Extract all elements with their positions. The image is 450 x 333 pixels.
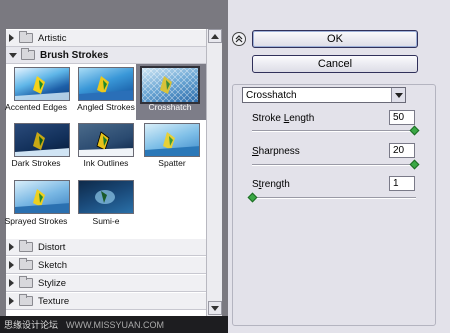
thumbnail-label: Sumi-e	[92, 216, 120, 226]
thumbnail-label: Spatter	[158, 158, 186, 168]
thumbnail-angled-strokes[interactable]	[78, 67, 134, 101]
thumbnail-dark-strokes[interactable]	[14, 123, 70, 157]
stroke-length-input[interactable]: 50	[389, 110, 415, 125]
thumbnail-label: Ink Outlines	[83, 158, 129, 168]
cancel-button[interactable]: Cancel	[252, 55, 418, 73]
scroll-down-icon[interactable]	[208, 301, 222, 315]
category-texture[interactable]: Texture	[6, 293, 206, 310]
thumbnail-crosshatch[interactable]	[140, 66, 200, 104]
filter-gallery-panel: Artistic Brush Strokes Accented Edges An…	[0, 0, 228, 333]
watermark-left: 思缘设计论坛	[4, 320, 59, 330]
category-sketch[interactable]: Sketch	[6, 257, 206, 274]
stroke-length-slider[interactable]	[252, 130, 416, 132]
filter-tree: Artistic Brush Strokes Accented Edges An…	[4, 29, 206, 317]
ok-button[interactable]: OK	[252, 30, 418, 48]
folder-icon	[19, 294, 33, 306]
expand-arrow-icon[interactable]	[9, 279, 14, 287]
stroke-length-label: Stroke Length	[252, 113, 315, 124]
strength-input[interactable]: 1	[389, 176, 415, 191]
category-label: Sketch	[38, 259, 68, 271]
thumbnail-label: Dark Strokes	[11, 158, 61, 168]
category-brush-strokes[interactable]: Brush Strokes	[6, 47, 206, 64]
thumbnail-label: Accented Edges	[5, 102, 67, 112]
watermark-right: WWW.MISSYUAN.COM	[66, 319, 165, 330]
folder-icon	[19, 240, 33, 252]
category-label: Stylize	[38, 277, 66, 289]
filter-select-value: Crosshatch	[246, 89, 297, 101]
collapse-arrow-icon[interactable]	[9, 52, 17, 58]
thumbnail-label: Sprayed Strokes	[4, 216, 68, 226]
thumbnail-accented-edges[interactable]	[14, 67, 70, 101]
strength-label: Strength	[252, 179, 290, 190]
strength-slider[interactable]	[252, 197, 416, 199]
thumbnail-label: Crosshatch	[148, 102, 192, 112]
thumbnail-spatter[interactable]	[144, 123, 200, 157]
category-label: Artistic	[38, 32, 67, 44]
expand-arrow-icon[interactable]	[9, 34, 14, 42]
thumbnail-ink-outlines[interactable]	[78, 123, 134, 157]
category-distort[interactable]: Distort	[6, 239, 206, 256]
folder-icon	[19, 276, 33, 288]
expand-arrow-icon[interactable]	[9, 261, 14, 269]
filter-select[interactable]: Crosshatch	[242, 87, 406, 103]
sharpness-input[interactable]: 20	[389, 143, 415, 158]
category-label: Texture	[38, 295, 70, 307]
category-stylize[interactable]: Stylize	[6, 275, 206, 292]
folder-icon	[19, 258, 33, 270]
chevron-down-icon[interactable]	[391, 88, 405, 102]
expand-arrow-icon[interactable]	[9, 243, 14, 251]
thumbnail-sumi-e[interactable]	[78, 180, 134, 214]
folder-icon	[19, 31, 33, 43]
category-label: Distort	[38, 241, 66, 253]
folder-icon	[21, 48, 35, 60]
tree-scrollbar[interactable]	[206, 29, 222, 317]
sharpness-label: Sharpness	[252, 146, 300, 157]
expand-arrow-icon[interactable]	[9, 297, 14, 305]
thumbnail-sprayed-strokes[interactable]	[14, 180, 70, 214]
scroll-up-icon[interactable]	[208, 29, 222, 43]
watermark-bar: 思缘设计论坛 WWW.MISSYUAN.COM	[0, 316, 228, 333]
category-artistic[interactable]: Artistic	[6, 30, 206, 47]
sharpness-slider[interactable]	[252, 164, 416, 166]
collapse-gallery-icon[interactable]	[232, 32, 246, 46]
thumbnail-label: Angled Strokes	[77, 102, 135, 112]
category-label: Brush Strokes	[40, 49, 109, 61]
